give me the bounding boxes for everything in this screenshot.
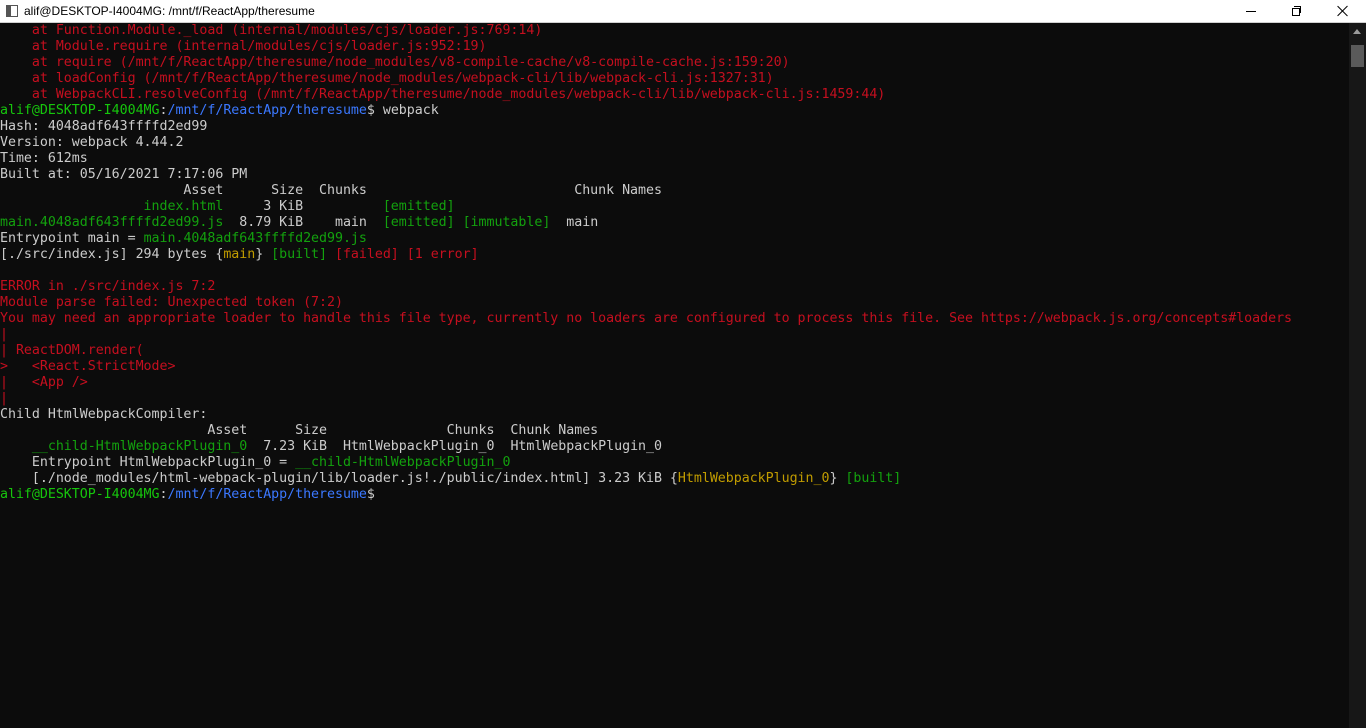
terminal-text: at WebpackCLI.resolveConfig (/mnt/f/Reac…	[0, 87, 886, 102]
terminal-text: 3 KiB	[223, 199, 383, 214]
terminal-text: at loadConfig (/mnt/f/ReactApp/theresume…	[0, 71, 774, 86]
terminal-text: Asset Size Chunks Chunk Names	[0, 423, 599, 438]
terminal-text: /mnt/f/ReactApp/theresume	[167, 487, 367, 502]
scrollbar-thumb[interactable]	[1351, 45, 1364, 67]
terminal-text: Child HtmlWebpackCompiler:	[0, 407, 208, 422]
terminal-line: Asset Size Chunks Chunk Names	[0, 423, 1349, 439]
terminal-text: }	[829, 471, 846, 486]
close-icon	[1337, 5, 1349, 17]
terminal-icon	[6, 5, 18, 17]
terminal-text: [built]	[271, 247, 327, 262]
terminal-line: __child-HtmlWebpackPlugin_0 7.23 KiB Htm…	[0, 439, 1349, 455]
terminal-line: Version: webpack 4.44.2	[0, 135, 1349, 151]
terminal-text: alif@DESKTOP-I4004MG	[0, 103, 160, 118]
terminal-line: index.html 3 KiB [emitted]	[0, 199, 1349, 215]
terminal-text: main.4048adf643ffffd2ed99.js	[0, 215, 224, 230]
terminal-text: __child-HtmlWebpackPlugin_0	[0, 439, 248, 454]
terminal-text: :	[159, 103, 168, 118]
minimize-button[interactable]	[1228, 0, 1274, 22]
terminal-text: Time: 612ms	[0, 151, 88, 166]
terminal-line: > <React.StrictMode>	[0, 359, 1349, 375]
terminal-line: |	[0, 327, 1349, 343]
terminal-line: Time: 612ms	[0, 151, 1349, 167]
terminal-line: You may need an appropriate loader to ha…	[0, 311, 1349, 327]
terminal-text: main	[550, 215, 599, 230]
terminal-text: [emitted]	[382, 199, 455, 214]
terminal-text: Entrypoint main =	[0, 231, 144, 246]
terminal-text: | <App />	[0, 375, 88, 390]
terminal-line: Entrypoint main = main.4048adf643ffffd2e…	[0, 231, 1349, 247]
terminal-text: Version: webpack 4.44.2	[0, 135, 184, 150]
close-button[interactable]	[1320, 0, 1366, 22]
terminal-text: main	[223, 247, 256, 262]
terminal-text: |	[0, 327, 8, 342]
terminal-output[interactable]: at Function.Module._load (internal/modul…	[0, 23, 1349, 728]
terminal-text: Built at: 05/16/2021 7:17:06 PM	[0, 167, 248, 182]
terminal-text: | ReactDOM.render(	[0, 343, 144, 358]
terminal-line: |	[0, 391, 1349, 407]
terminal-line: Module parse failed: Unexpected token (7…	[0, 295, 1349, 311]
terminal-line: at Function.Module._load (internal/modul…	[0, 23, 1349, 39]
terminal-text: index.html	[0, 199, 224, 214]
terminal-line: ERROR in ./src/index.js 7:2	[0, 279, 1349, 295]
terminal-line: Built at: 05/16/2021 7:17:06 PM	[0, 167, 1349, 183]
terminal-text: at Module.require (internal/modules/cjs/…	[0, 39, 487, 54]
terminal-text: You may need an appropriate loader to ha…	[0, 311, 1293, 326]
terminal-line: alif@DESKTOP-I4004MG:/mnt/f/ReactApp/the…	[0, 103, 1349, 119]
terminal-text: $ webpack	[366, 103, 439, 118]
terminal-line: at loadConfig (/mnt/f/ReactApp/theresume…	[0, 71, 1349, 87]
terminal-text: $	[366, 487, 375, 502]
terminal-line: Entrypoint HtmlWebpackPlugin_0 = __child…	[0, 455, 1349, 471]
terminal-text: main.4048adf643ffffd2ed99.js	[143, 231, 367, 246]
terminal-text: 8.79 KiB main	[223, 215, 383, 230]
terminal-text: |	[0, 391, 8, 406]
terminal-text: [./src/index.js] 294 bytes {	[0, 247, 224, 262]
terminal-line: alif@DESKTOP-I4004MG:/mnt/f/ReactApp/the…	[0, 487, 1349, 503]
terminal-text: at Function.Module._load (internal/modul…	[0, 23, 543, 38]
maximize-icon	[1292, 6, 1302, 16]
terminal-text: __child-HtmlWebpackPlugin_0	[295, 455, 511, 470]
scroll-up-arrow-icon[interactable]	[1353, 29, 1361, 34]
terminal-text: [emitted] [immutable]	[382, 215, 551, 230]
terminal-line: | ReactDOM.render(	[0, 343, 1349, 359]
terminal-text: > <React.StrictMode>	[0, 359, 176, 374]
terminal-line: [./src/index.js] 294 bytes {main} [built…	[0, 247, 1349, 263]
terminal-text: [1 error]	[406, 247, 479, 262]
terminal-text: alif@DESKTOP-I4004MG	[0, 487, 160, 502]
terminal-line: at Module.require (internal/modules/cjs/…	[0, 39, 1349, 55]
terminal-text: ERROR in ./src/index.js 7:2	[0, 279, 216, 294]
window-title: alif@DESKTOP-I4004MG: /mnt/f/ReactApp/th…	[24, 4, 315, 18]
terminal-line: main.4048adf643ffffd2ed99.js 8.79 KiB ma…	[0, 215, 1349, 231]
terminal-line: Hash: 4048adf643ffffd2ed99	[0, 119, 1349, 135]
terminal-text: [./node_modules/html-webpack-plugin/lib/…	[0, 471, 678, 486]
terminal-text: }	[255, 247, 272, 262]
terminal-text: 7.23 KiB HtmlWebpackPlugin_0 HtmlWebpack…	[247, 439, 662, 454]
terminal-text: Entrypoint HtmlWebpackPlugin_0 =	[0, 455, 296, 470]
terminal-text: /mnt/f/ReactApp/theresume	[167, 103, 367, 118]
terminal-text: Asset Size Chunks Chunk Names	[0, 183, 662, 198]
title-bar[interactable]: alif@DESKTOP-I4004MG: /mnt/f/ReactApp/th…	[0, 0, 1366, 23]
maximize-button[interactable]	[1274, 0, 1320, 22]
terminal-line: at WebpackCLI.resolveConfig (/mnt/f/Reac…	[0, 87, 1349, 103]
terminal-line: Child HtmlWebpackCompiler:	[0, 407, 1349, 423]
terminal-line: | <App />	[0, 375, 1349, 391]
terminal-line: at require (/mnt/f/ReactApp/theresume/no…	[0, 55, 1349, 71]
terminal-line: Asset Size Chunks Chunk Names	[0, 183, 1349, 199]
terminal-text: [built]	[845, 471, 902, 486]
terminal-text: Module parse failed: Unexpected token (7…	[0, 295, 343, 310]
vertical-scrollbar[interactable]	[1349, 23, 1366, 728]
minimize-icon	[1246, 10, 1256, 12]
terminal-text: [failed]	[334, 247, 399, 262]
terminal-text: Hash: 4048adf643ffffd2ed99	[0, 119, 208, 134]
terminal-text: at require (/mnt/f/ReactApp/theresume/no…	[0, 55, 790, 70]
terminal-text: :	[159, 487, 168, 502]
terminal-text: HtmlWebpackPlugin_0	[677, 471, 830, 486]
terminal-line: [./node_modules/html-webpack-plugin/lib/…	[0, 471, 1349, 487]
